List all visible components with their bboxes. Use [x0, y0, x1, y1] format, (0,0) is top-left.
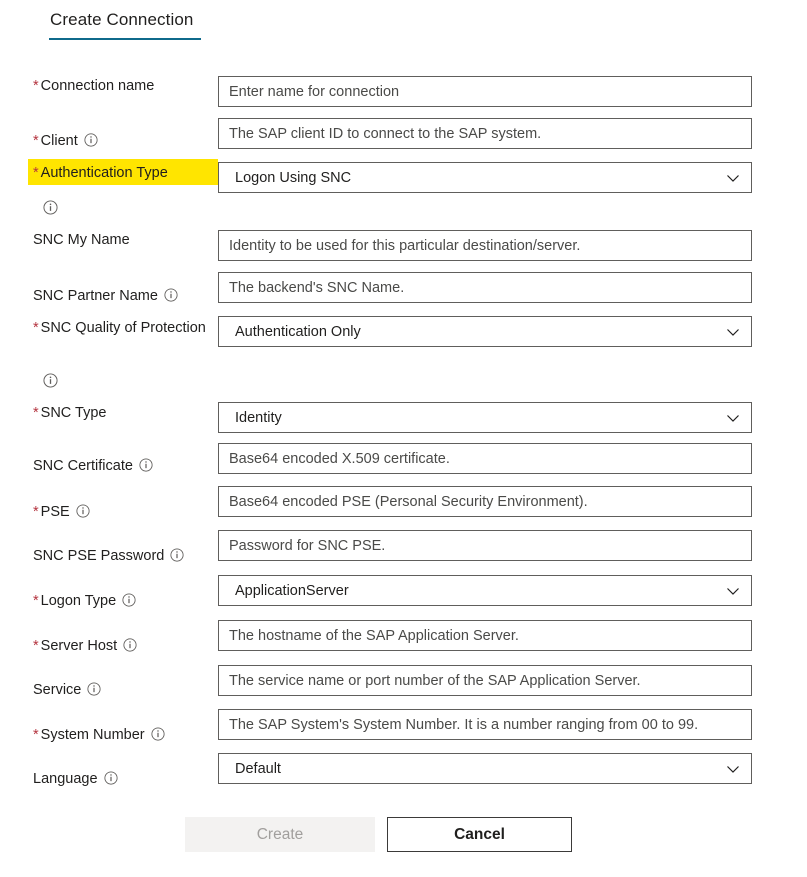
field-label-12: Service	[33, 680, 213, 700]
field-label-13: * System Number	[33, 725, 213, 745]
info-icon[interactable]	[122, 593, 136, 607]
field-label-text: Server Host	[40, 638, 118, 654]
dropdown-5[interactable]: Authentication Only	[218, 316, 752, 347]
required-asterisk: *	[33, 727, 39, 743]
dropdown-2[interactable]: Logon Using SNC	[218, 162, 752, 193]
info-icon[interactable]	[43, 373, 58, 388]
field-label-4: SNC Partner Name	[33, 286, 213, 306]
field-label-text: SNC Type	[40, 405, 107, 421]
input-4[interactable]: The backend's SNC Name.	[218, 272, 752, 303]
info-icon[interactable]	[164, 288, 178, 302]
info-icon[interactable]	[123, 638, 137, 652]
field-label-text: SNC PSE Password	[33, 548, 165, 564]
input-placeholder: Password for SNC PSE.	[229, 537, 386, 554]
chevron-down-icon[interactable]	[725, 761, 741, 777]
field-label-text: Language	[33, 771, 98, 787]
input-7[interactable]: Base64 encoded X.509 certificate.	[218, 443, 752, 474]
dropdown-selected-value: Default	[235, 760, 281, 777]
field-label-6: * SNC Type	[33, 403, 213, 423]
input-12[interactable]: The service name or port number of the S…	[218, 665, 752, 696]
field-label-5: * SNC Quality of Protection	[33, 318, 213, 338]
field-label-1: * Client	[33, 131, 213, 151]
field-label-text: SNC Certificate	[33, 458, 133, 474]
input-placeholder: Identity to be used for this particular …	[229, 237, 581, 254]
input-placeholder: The hostname of the SAP Application Serv…	[229, 627, 519, 644]
chevron-down-icon[interactable]	[725, 170, 741, 186]
dropdown-selected-value: ApplicationServer	[235, 582, 349, 599]
field-label-14: Language	[33, 769, 213, 789]
required-asterisk: *	[33, 165, 39, 181]
required-asterisk: *	[33, 593, 39, 609]
field-label-text: Client	[40, 133, 78, 149]
dropdown-selected-value: Authentication Only	[235, 323, 361, 340]
field-label-text: Connection name	[40, 78, 155, 94]
chevron-down-icon[interactable]	[725, 410, 741, 426]
info-icon[interactable]	[170, 548, 184, 562]
input-3[interactable]: Identity to be used for this particular …	[218, 230, 752, 261]
dropdown-14[interactable]: Default	[218, 753, 752, 784]
field-label-text: SNC Partner Name	[33, 288, 158, 304]
info-icon[interactable]	[84, 133, 98, 147]
dropdown-selected-value: Logon Using SNC	[235, 169, 352, 186]
input-placeholder: The SAP System's System Number. It is a …	[229, 716, 699, 733]
required-asterisk: *	[33, 133, 39, 149]
input-placeholder: Base64 encoded PSE (Personal Security En…	[229, 493, 588, 510]
info-icon[interactable]	[76, 504, 90, 518]
field-label-text: Authentication Type	[40, 165, 168, 181]
dropdown-10[interactable]: ApplicationServer	[218, 575, 752, 606]
field-label-10: * Logon Type	[33, 591, 213, 611]
input-placeholder: Enter name for connection	[229, 83, 400, 100]
input-placeholder: The service name or port number of the S…	[229, 672, 641, 689]
info-icon[interactable]	[103, 771, 118, 785]
dropdown-selected-value: Identity	[235, 409, 282, 426]
required-asterisk: *	[33, 638, 39, 654]
input-0[interactable]: Enter name for connection	[218, 76, 752, 107]
info-icon[interactable]	[151, 727, 165, 741]
input-9[interactable]: Password for SNC PSE.	[218, 530, 752, 561]
required-asterisk: *	[33, 504, 39, 520]
input-11[interactable]: The hostname of the SAP Application Serv…	[218, 620, 752, 651]
field-label-text: PSE	[40, 504, 70, 520]
input-1[interactable]: The SAP client ID to connect to the SAP …	[218, 118, 752, 149]
info-icon[interactable]	[43, 200, 58, 215]
info-icon[interactable]	[139, 458, 153, 472]
chevron-down-icon[interactable]	[725, 583, 741, 599]
field-label-3: SNC My Name	[33, 230, 213, 250]
required-asterisk: *	[33, 405, 39, 421]
field-label-text: System Number	[40, 727, 145, 743]
dropdown-6[interactable]: Identity	[218, 402, 752, 433]
chevron-down-icon[interactable]	[725, 324, 741, 340]
input-placeholder: The backend's SNC Name.	[229, 279, 405, 296]
field-label-text: SNC My Name	[33, 232, 130, 248]
input-placeholder: The SAP client ID to connect to the SAP …	[229, 125, 542, 142]
input-13[interactable]: The SAP System's System Number. It is a …	[218, 709, 752, 740]
cancel-button[interactable]: Cancel	[387, 817, 572, 852]
field-label-9: SNC PSE Password	[33, 546, 213, 566]
required-asterisk: *	[33, 78, 39, 94]
input-8[interactable]: Base64 encoded PSE (Personal Security En…	[218, 486, 752, 517]
field-label-text: Service	[33, 682, 82, 698]
field-label-0: * Connection name	[33, 76, 213, 96]
field-label-2: * Authentication Type	[33, 163, 213, 183]
field-label-7: SNC Certificate	[33, 456, 213, 476]
field-label-8: * PSE	[33, 502, 213, 522]
info-icon[interactable]	[87, 682, 101, 696]
create-connection-form: * Connection name Enter name for connectio…	[0, 0, 807, 877]
create-button[interactable]: Create	[185, 817, 375, 852]
field-label-text: Logon Type	[40, 593, 117, 609]
input-placeholder: Base64 encoded X.509 certificate.	[229, 450, 450, 467]
field-label-11: * Server Host	[33, 636, 213, 656]
required-asterisk: *	[33, 320, 39, 336]
field-label-text: SNC Quality of Protection	[40, 320, 206, 336]
